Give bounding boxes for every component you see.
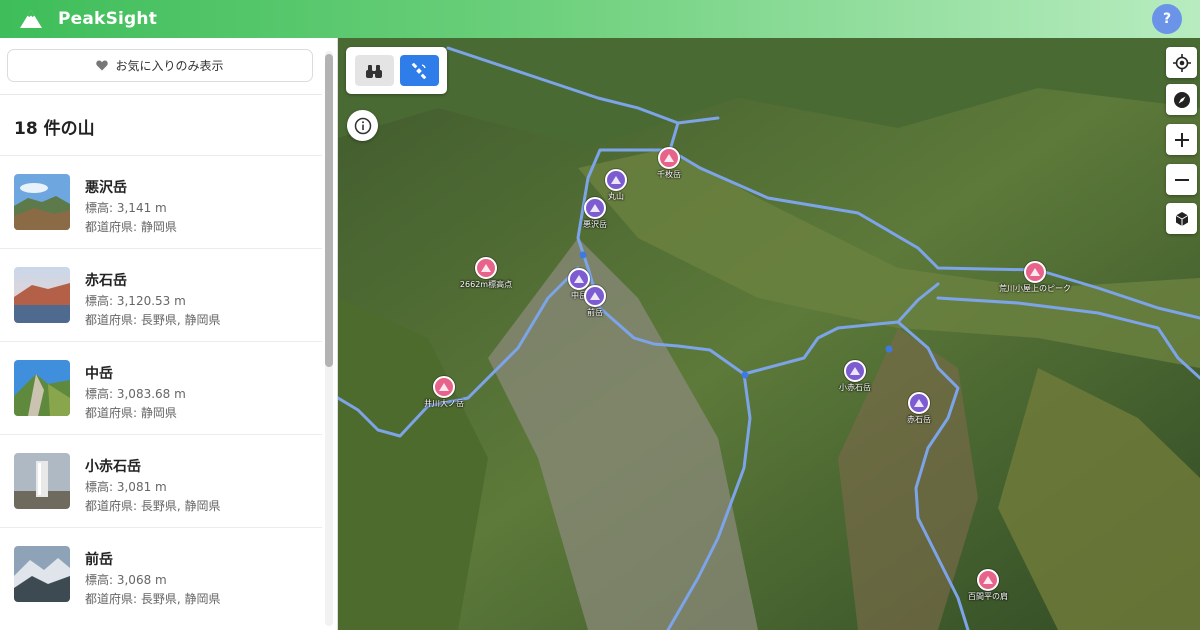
mountain-name: 前岳	[85, 552, 113, 568]
list-item-mountain[interactable]: 前岳 標高: 3,068 m 都道府県: 長野県, 静岡県	[0, 527, 322, 620]
mountain-icon	[1030, 268, 1040, 276]
mountain-elevation: 標高: 3,120.53 m	[85, 294, 186, 308]
mountain-elevation: 標高: 3,081 m	[85, 480, 167, 494]
sidebar: お気に入りのみ表示 18 件の山 悪沢岳 標高: 3,141 m 都道府県: 静…	[0, 38, 338, 630]
info-button[interactable]	[347, 110, 378, 141]
locate-icon	[1172, 53, 1191, 72]
compass-icon	[1173, 91, 1190, 108]
peak-marker[interactable]	[568, 268, 590, 290]
mountain-name: 赤石岳	[85, 273, 127, 289]
mountain-elevation: 標高: 3,068 m	[85, 573, 167, 587]
mountain-icon	[574, 275, 584, 283]
heart-icon	[96, 60, 109, 71]
mountain-icon	[481, 264, 491, 272]
zoom-in-button[interactable]	[1166, 124, 1197, 155]
zoom-out-button[interactable]	[1166, 164, 1197, 195]
app-name: PeakSight	[58, 9, 158, 29]
mountain-prefecture: 都道府県: 長野県, 静岡県	[85, 313, 221, 327]
peak-marker-label: 丸山	[608, 192, 624, 201]
peak-marker-label: 小赤石岳	[839, 383, 871, 392]
mountain-icon	[590, 204, 600, 212]
peak-marker-label: 荒川小屋上のピーク	[999, 284, 1071, 293]
3d-cube-icon	[1175, 211, 1188, 226]
peak-marker-label: 赤石岳	[907, 415, 931, 424]
zoom-in-icon	[1174, 132, 1189, 147]
list-item-mountain[interactable]: 赤石岳 標高: 3,120.53 m 都道府県: 長野県, 静岡県	[0, 248, 322, 341]
mountain-icon	[611, 176, 621, 184]
mountain-thumbnail	[14, 360, 70, 416]
sidebar-scrollbar-thumb[interactable]	[325, 54, 333, 367]
peak-marker-label: 悪沢岳	[583, 220, 607, 229]
result-count-title: 18 件の山	[14, 119, 95, 139]
help-button[interactable]: ?	[1152, 4, 1182, 34]
terrain-map[interactable]: 千枚岳 丸山 悪沢岳 2662m標高点 中岳 前岳 荒川小屋上のピーク 井川大ノ岳 小赤石岳 赤石…	[338, 38, 1200, 630]
compass-button[interactable]	[1166, 84, 1197, 115]
mountain-thumbnail	[14, 267, 70, 323]
peak-marker[interactable]	[605, 169, 627, 191]
list-item-mountain[interactable]: 悪沢岳 標高: 3,141 m 都道府県: 静岡県	[0, 155, 322, 248]
mountain-list: 悪沢岳 標高: 3,141 m 都道府県: 静岡県 赤石岳 標高: 3,120.…	[0, 155, 322, 620]
peak-marker[interactable]	[584, 285, 606, 307]
mountain-icon	[664, 154, 674, 162]
mountain-icon	[914, 399, 924, 407]
peak-marker-label: 千枚岳	[657, 170, 681, 179]
peak-marker[interactable]	[844, 360, 866, 382]
zoom-out-icon	[1174, 178, 1189, 181]
mountain-icon	[850, 367, 860, 375]
mountain-prefecture: 都道府県: 静岡県	[85, 220, 177, 234]
divider	[0, 94, 322, 95]
binoculars-view-button[interactable]	[354, 55, 394, 86]
info-icon	[354, 117, 371, 134]
peak-marker[interactable]	[908, 392, 930, 414]
satellite-icon	[411, 62, 427, 79]
peak-marker[interactable]	[1024, 261, 1046, 283]
mountain-name: 小赤石岳	[85, 459, 141, 475]
top-bar: PeakSight ?	[0, 0, 1200, 38]
peak-marker-label: 前岳	[587, 308, 603, 317]
mountain-name: 中岳	[85, 366, 113, 382]
mountain-thumbnail	[14, 453, 70, 509]
mountain-thumbnail	[14, 174, 70, 230]
binoculars-icon	[366, 64, 382, 78]
mountain-icon	[983, 576, 993, 584]
mountain-prefecture: 都道府県: 長野県, 静岡県	[85, 499, 221, 513]
mountain-icon	[439, 383, 449, 391]
peak-marker-label: 井川大ノ岳	[424, 399, 464, 408]
peak-marker-label: 百間平の肩	[968, 592, 1008, 601]
peak-marker[interactable]	[433, 376, 455, 398]
satellite-terrain	[338, 38, 1200, 630]
locate-button[interactable]	[1166, 47, 1197, 78]
favorites-only-button[interactable]: お気に入りのみ表示	[7, 49, 313, 82]
peak-marker-label: 2662m標高点	[459, 280, 513, 289]
mountain-prefecture: 都道府県: 長野県, 静岡県	[85, 592, 221, 606]
mountain-elevation: 標高: 3,141 m	[85, 201, 167, 215]
mountain-icon	[590, 292, 600, 300]
favorites-only-label: お気に入りのみ表示	[115, 59, 224, 73]
peak-marker[interactable]	[584, 197, 606, 219]
mountain-logo-icon	[18, 8, 44, 30]
list-item-mountain[interactable]: 中岳 標高: 3,083.68 m 都道府県: 静岡県	[0, 341, 322, 434]
list-item-mountain[interactable]: 小赤石岳 標高: 3,081 m 都道府県: 長野県, 静岡県	[0, 434, 322, 527]
mountain-thumbnail	[14, 546, 70, 602]
3d-view-button[interactable]	[1166, 203, 1197, 234]
peak-marker[interactable]	[977, 569, 999, 591]
view-mode-toggle	[346, 47, 447, 94]
mountain-prefecture: 都道府県: 静岡県	[85, 406, 177, 420]
mountain-elevation: 標高: 3,083.68 m	[85, 387, 186, 401]
peak-marker[interactable]	[658, 147, 680, 169]
satellite-view-button[interactable]	[399, 55, 439, 86]
mountain-name: 悪沢岳	[85, 180, 127, 196]
peak-marker[interactable]	[475, 257, 497, 279]
